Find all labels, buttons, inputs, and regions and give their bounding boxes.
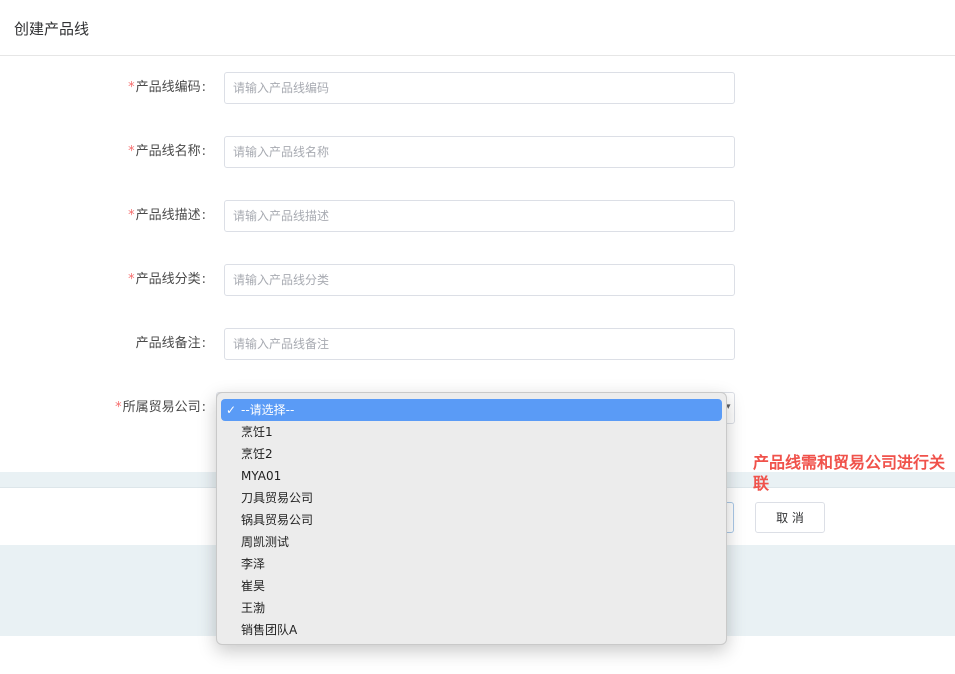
- option-pengren-2[interactable]: 烹饪2: [221, 443, 722, 465]
- cancel-button[interactable]: 取 消: [755, 502, 825, 533]
- product-line-name-input[interactable]: [224, 136, 735, 168]
- annotation-note: 产品线需和贸易公司进行关联: [753, 453, 946, 493]
- option-zhoukai-test[interactable]: 周凯测试: [221, 531, 722, 553]
- label-trade-company: *所属贸易公司:: [115, 400, 206, 415]
- product-line-description-input[interactable]: [224, 200, 735, 232]
- label-category: *产品线分类:: [128, 272, 206, 287]
- option-cuihao[interactable]: 崔昊: [221, 575, 722, 597]
- required-mark: *: [128, 272, 135, 287]
- option-please-select[interactable]: ✓ --请选择--: [221, 399, 722, 421]
- option-pot-trade-company[interactable]: 锅具贸易公司: [221, 509, 722, 531]
- product-line-category-input[interactable]: [224, 264, 735, 296]
- label-code: *产品线编码:: [128, 80, 206, 95]
- option-pengren-1[interactable]: 烹饪1: [221, 421, 722, 443]
- option-wangbo[interactable]: 王渤: [221, 597, 722, 619]
- label-description: *产品线描述:: [128, 208, 206, 223]
- label-remark: 产品线备注:: [135, 336, 206, 351]
- checkmark-icon: ✓: [226, 403, 237, 417]
- product-line-remark-input[interactable]: [224, 328, 735, 360]
- option-lize[interactable]: 李泽: [221, 553, 722, 575]
- required-mark: *: [128, 144, 135, 159]
- page-header: 创建产品线: [0, 0, 955, 56]
- label-name: *产品线名称:: [128, 144, 206, 159]
- page-title: 创建产品线: [14, 20, 90, 38]
- product-line-code-input[interactable]: [224, 72, 735, 104]
- option-mya01[interactable]: MYA01: [221, 465, 722, 487]
- option-knife-trade-company[interactable]: 刀具贸易公司: [221, 487, 722, 509]
- option-sales-team-a[interactable]: 销售团队A: [221, 619, 722, 641]
- required-mark: *: [128, 208, 135, 223]
- required-mark: *: [115, 400, 122, 415]
- trade-company-dropdown[interactable]: ✓ --请选择-- 烹饪1 烹饪2 MYA01 刀具贸易公司 锅具贸易公司 周凯测…: [216, 392, 727, 645]
- required-mark: *: [128, 80, 135, 95]
